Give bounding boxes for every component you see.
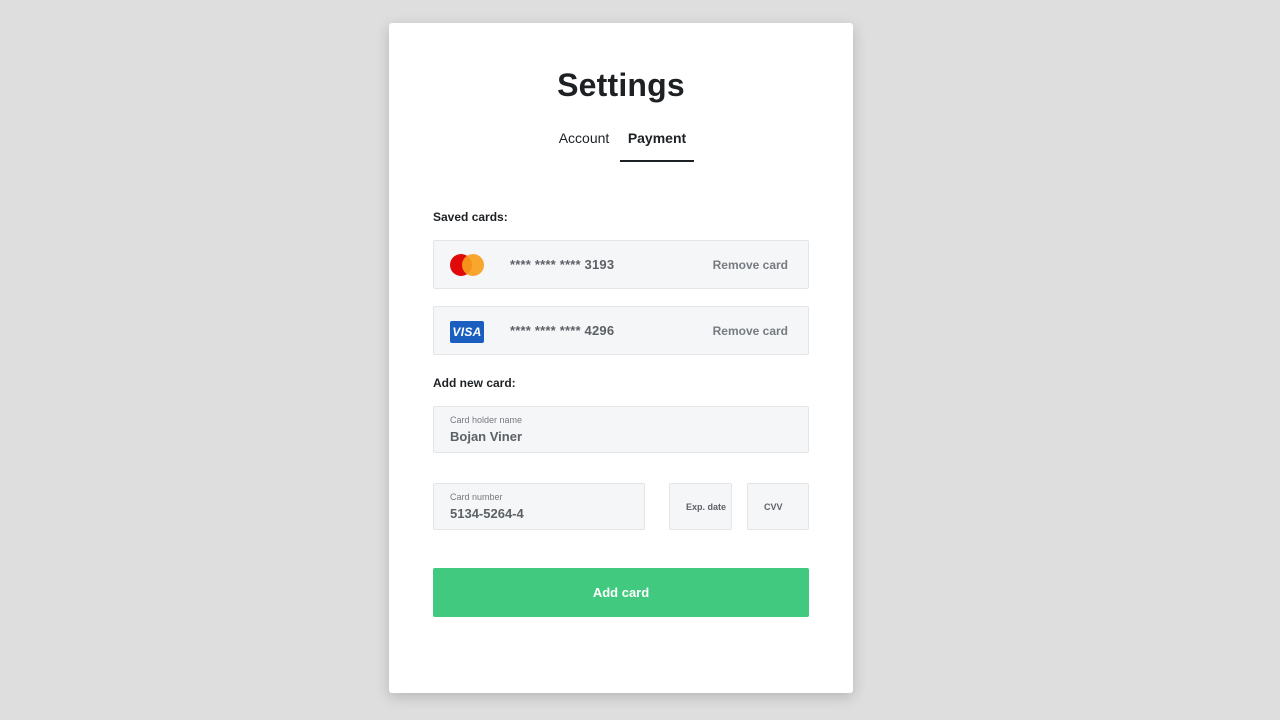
card-number-field[interactable]: Card number 5134-5264-4 [433, 483, 645, 530]
exp-date-field[interactable]: Exp. date [669, 483, 732, 530]
add-card-button[interactable]: Add card [433, 568, 809, 617]
card-holder-value: Bojan Viner [450, 429, 523, 444]
remove-card-button[interactable]: Remove card [713, 258, 788, 272]
cvv-field[interactable]: CVV [747, 483, 809, 530]
visa-icon: VISA [450, 321, 484, 343]
card-number-value: 5134-5264-4 [450, 506, 524, 521]
tab-account[interactable]: Account [553, 127, 615, 161]
active-tab-indicator [620, 160, 694, 162]
tab-payment[interactable]: Payment [620, 127, 694, 161]
settings-panel: Settings Account Payment Saved cards: **… [389, 23, 853, 693]
saved-card-row: **** **** **** 3193 Remove card [433, 240, 809, 289]
remove-card-button[interactable]: Remove card [713, 324, 788, 338]
card-number-masked: **** **** **** 3193 [510, 257, 615, 272]
card-holder-field[interactable]: Card holder name Bojan Viner [433, 406, 809, 453]
mastercard-icon [450, 253, 484, 277]
add-new-card-label: Add new card: [433, 376, 516, 390]
card-number-masked: **** **** **** 4296 [510, 323, 615, 338]
exp-date-placeholder: Exp. date [686, 502, 727, 512]
page-title: Settings [557, 67, 685, 103]
saved-card-row: VISA **** **** **** 4296 Remove card [433, 306, 809, 355]
saved-cards-label: Saved cards: [433, 210, 508, 224]
card-holder-label: Card holder name [450, 415, 523, 425]
card-number-label: Card number [450, 492, 503, 502]
tab-bar: Account Payment [389, 127, 853, 161]
cvv-placeholder: CVV [764, 502, 783, 512]
